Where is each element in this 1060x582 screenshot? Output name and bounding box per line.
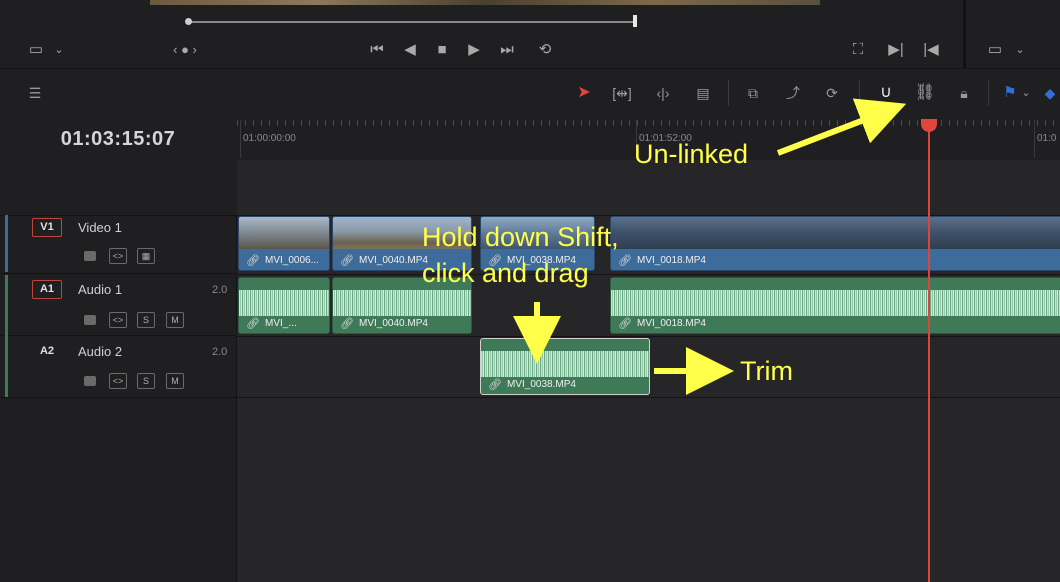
- unlinked-arrow: [776, 98, 907, 156]
- annotation-arrows: [513, 98, 907, 395]
- annotation-shift-line1: Hold down Shift,: [422, 222, 619, 252]
- annotation-unlinked: Un-linked: [634, 139, 749, 169]
- annotation-shift-line2: click and drag: [422, 258, 589, 288]
- annotation-trim: Trim: [740, 356, 793, 386]
